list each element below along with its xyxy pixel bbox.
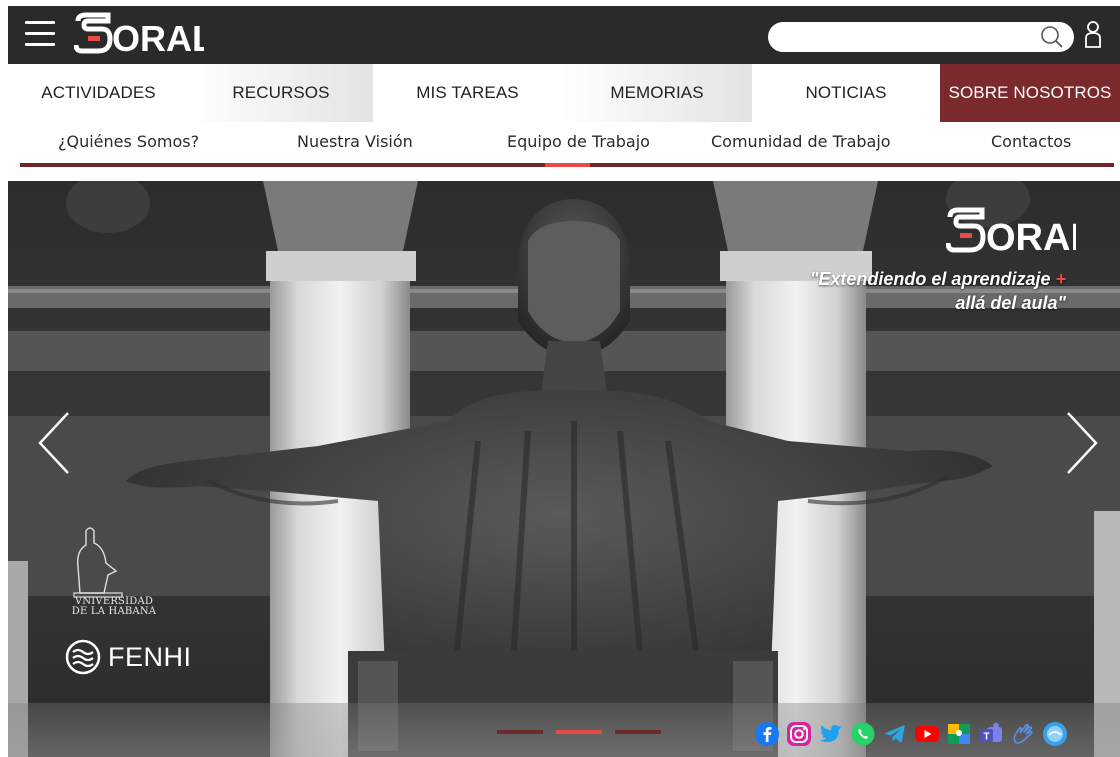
nav-label: MIS TAREAS (416, 83, 519, 102)
oral-logo[interactable]: ORAL (74, 11, 204, 59)
microsoft-teams-icon[interactable]: T (978, 721, 1004, 747)
twitter-icon[interactable] (818, 721, 844, 747)
carousel-prev-arrow-icon[interactable] (36, 411, 72, 475)
sub-navigation: ¿Quiénes Somos? Nuestra Visión Equipo de… (20, 124, 1114, 167)
nav-item-actividades[interactable]: ACTIVIDADES (8, 64, 189, 122)
nav-item-memorias[interactable]: MEMORIAS (562, 64, 752, 122)
hero-logo-text: ORAL (986, 217, 1076, 259)
nav-label: NOTICIAS (805, 83, 887, 102)
hero-tagline: "Extendiendo el aprendizaje + allá del a… (810, 267, 1066, 315)
universidad-virtual-icon[interactable] (1042, 721, 1068, 747)
search-icon[interactable] (1040, 25, 1064, 49)
university-line2: DE LA HABANA (71, 606, 157, 617)
carousel-dot[interactable] (497, 730, 543, 734)
subnav-comunidad-de-trabajo[interactable]: Comunidad de Trabajo (711, 132, 891, 151)
subnav-equipo-de-trabajo[interactable]: Equipo de Trabajo (507, 132, 650, 151)
hero-carousel: ORAL "Extendiendo el aprendizaje + allá … (8, 181, 1120, 757)
tagline-line2: allá del aula" (955, 293, 1066, 313)
main-navigation: ACTIVIDADES RECURSOS MIS TAREAS MEMORIAS… (8, 64, 1120, 122)
nav-label: MEMORIAS (610, 83, 704, 102)
hamburger-menu-icon[interactable] (25, 17, 55, 51)
youtube-icon[interactable] (914, 721, 940, 747)
svg-text:T: T (983, 732, 989, 743)
instagram-icon[interactable] (786, 721, 812, 747)
nav-label: SOBRE NOSOTROS (948, 83, 1112, 102)
subnav-quienes-somos[interactable]: ¿Quiénes Somos? (58, 132, 199, 151)
carousel-next-arrow-icon[interactable] (1064, 411, 1100, 475)
universidad-habana-label: VNIVERSIDAD DE LA HABANA (68, 597, 160, 617)
subnav-active-indicator (545, 163, 590, 167)
fenhi-text: FENHI (108, 641, 192, 672)
facebook-icon[interactable] (754, 721, 780, 747)
carousel-indicators (497, 730, 661, 734)
subnav-contactos[interactable]: Contactos (991, 132, 1071, 151)
google-classroom-icon[interactable] (946, 721, 972, 747)
user-icon[interactable] (1084, 20, 1102, 50)
whatsapp-icon[interactable] (850, 721, 876, 747)
sign-language-icon[interactable] (1010, 721, 1036, 747)
nav-item-sobre-nosotros[interactable]: SOBRE NOSOTROS (940, 64, 1120, 122)
nav-label: RECURSOS (232, 83, 330, 102)
subnav-nuestra-vision[interactable]: Nuestra Visión (297, 132, 413, 151)
social-links: T (754, 721, 1068, 747)
fenhi-wave-icon (65, 639, 101, 675)
fenhi-logo: FENHI (64, 637, 192, 677)
nav-label: ACTIVIDADES (41, 83, 156, 102)
logo-text: ORAL (112, 18, 204, 59)
carousel-dot[interactable] (615, 730, 661, 734)
nav-item-noticias[interactable]: NOTICIAS (752, 64, 940, 122)
search-input[interactable] (782, 26, 1027, 48)
tagline-line1: "Extendiendo el aprendizaje (809, 269, 1051, 289)
hero-oral-logo: ORAL (946, 207, 1076, 259)
nav-item-mis-tareas[interactable]: MIS TAREAS (373, 64, 562, 122)
carousel-dot-active[interactable] (556, 730, 602, 734)
top-bar: ORAL (8, 6, 1120, 64)
nav-item-recursos[interactable]: RECURSOS (189, 64, 373, 122)
search-bar (768, 22, 1074, 52)
telegram-icon[interactable] (882, 721, 908, 747)
tagline-plus: + (1055, 269, 1066, 289)
